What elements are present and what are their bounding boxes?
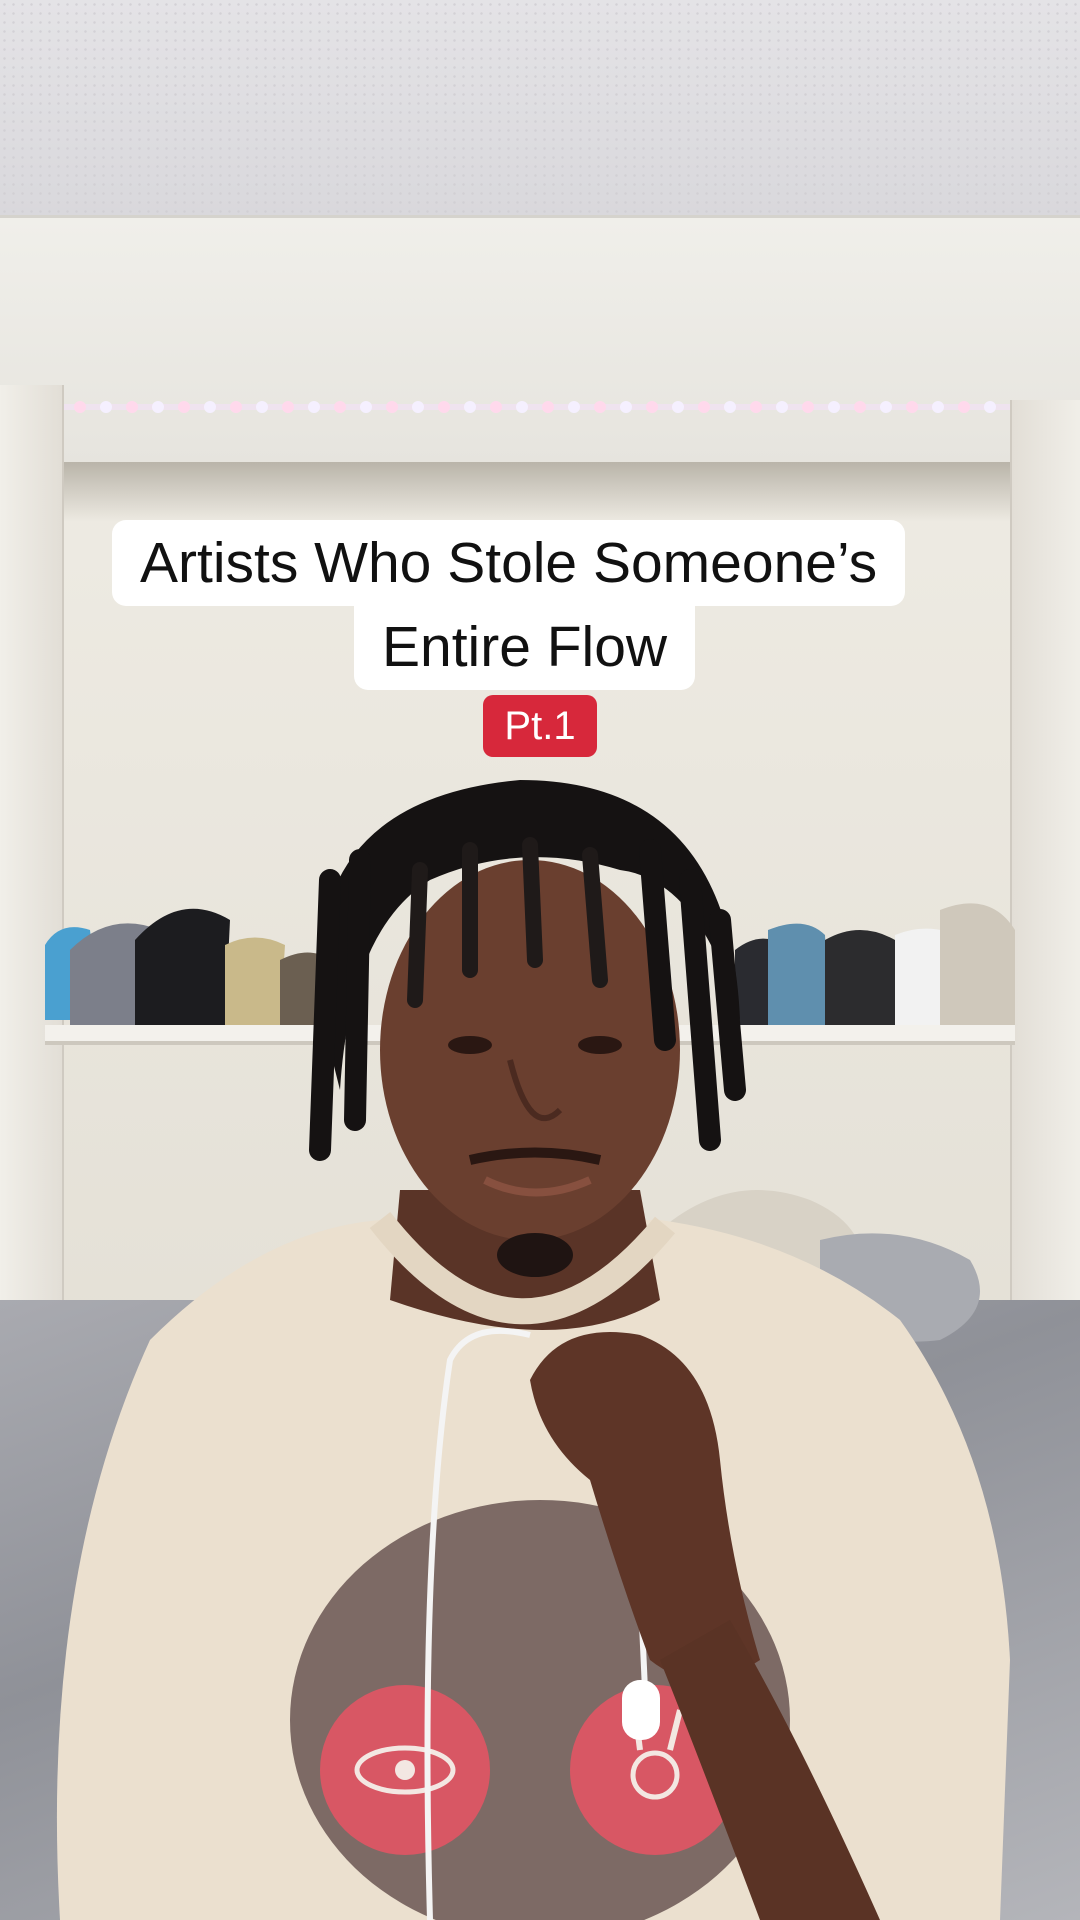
led-light: [334, 401, 346, 413]
led-light: [828, 401, 840, 413]
led-light: [360, 401, 372, 413]
led-light: [984, 401, 996, 413]
closet-shadow: [55, 462, 1020, 522]
led-light: [958, 401, 970, 413]
led-light: [672, 401, 684, 413]
led-light: [490, 401, 502, 413]
led-light: [308, 401, 320, 413]
led-light: [282, 401, 294, 413]
led-light: [724, 401, 736, 413]
led-light: [906, 401, 918, 413]
led-light: [100, 401, 112, 413]
title-line-2: Entire Flow: [354, 604, 696, 690]
led-light: [646, 401, 658, 413]
led-light: [750, 401, 762, 413]
led-light: [386, 401, 398, 413]
led-light: [932, 401, 944, 413]
led-light: [204, 401, 216, 413]
led-strip: [20, 401, 1080, 413]
led-light: [516, 401, 528, 413]
led-light: [230, 401, 242, 413]
led-light: [698, 401, 710, 413]
part-badge: Pt.1: [483, 695, 597, 757]
led-light: [620, 401, 632, 413]
led-light: [178, 401, 190, 413]
led-light: [464, 401, 476, 413]
video-frame: Artists Who Stole Someone’s Entire Flow …: [0, 0, 1080, 1920]
led-light: [542, 401, 554, 413]
led-light: [126, 401, 138, 413]
led-light: [412, 401, 424, 413]
wall: [0, 215, 1080, 468]
earbud: [622, 1680, 660, 1740]
led-light: [568, 401, 580, 413]
led-light: [802, 401, 814, 413]
led-light: [776, 401, 788, 413]
title-line-1: Artists Who Stole Someone’s: [112, 520, 906, 606]
led-light: [256, 401, 268, 413]
person: [56, 780, 1010, 1920]
led-light: [74, 401, 86, 413]
led-light: [880, 401, 892, 413]
ceiling: [0, 0, 1080, 215]
led-light: [854, 401, 866, 413]
led-light: [152, 401, 164, 413]
led-light: [594, 401, 606, 413]
led-light: [438, 401, 450, 413]
